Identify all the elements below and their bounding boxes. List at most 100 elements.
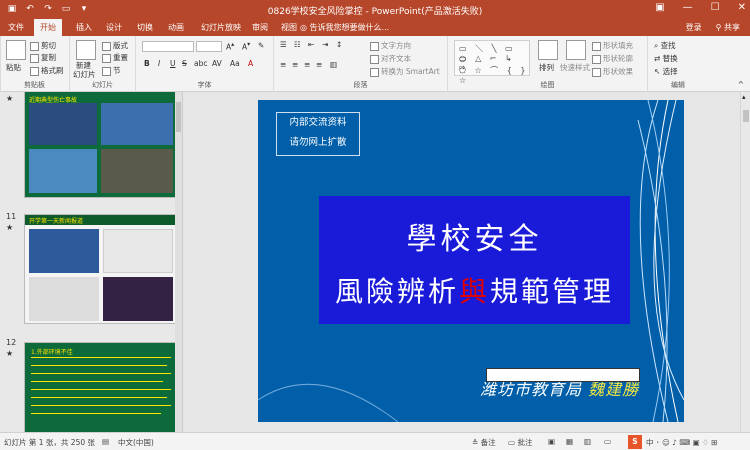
group-paragraph: ☰ ☷ ⇤ ⇥ ↕ ≡ ≡ ≡ ≡ ▥ 文字方向 对齐文本 转换为 SmartA…: [274, 36, 448, 92]
paste-icon[interactable]: [6, 40, 26, 60]
spellcheck-icon[interactable]: ▤: [102, 437, 109, 446]
tab-insert[interactable]: 插入: [76, 22, 92, 33]
tell-me-search[interactable]: ◎ 告诉我您想要做什么...: [300, 22, 389, 33]
align-text-button[interactable]: 对齐文本: [370, 53, 411, 64]
shape-outline-label: 形状轮廓: [603, 54, 633, 63]
slide-thumbnail[interactable]: 开学第一天新闻报道: [24, 214, 176, 324]
text-direction-button[interactable]: 文字方向: [370, 40, 411, 51]
thumbnail-scrollbar[interactable]: [175, 92, 182, 432]
quick-styles-icon[interactable]: [566, 40, 586, 60]
tab-transitions[interactable]: 切换: [137, 22, 153, 33]
minimize-button[interactable]: —: [683, 2, 693, 13]
tab-slideshow[interactable]: 幻灯片放映: [201, 22, 241, 33]
title-line-1: 學校安全: [406, 222, 543, 257]
tab-view[interactable]: 视图: [281, 22, 297, 33]
ime-logo-icon[interactable]: S: [628, 435, 642, 449]
format-painter-button[interactable]: 格式刷: [30, 65, 64, 76]
shrink-font-icon[interactable]: A▾: [242, 41, 250, 52]
numbering-icon[interactable]: ☷: [294, 40, 301, 49]
strikethrough-button[interactable]: S: [182, 59, 187, 68]
share-button[interactable]: ⚲ 共享: [716, 22, 740, 33]
redaction-bar: [486, 368, 640, 382]
section-label: 节: [113, 66, 121, 75]
bullets-icon[interactable]: ☰: [280, 40, 287, 49]
notice-box[interactable]: 内部交流资料 请勿网上扩散: [276, 112, 360, 156]
layout-icon: [102, 41, 111, 51]
underline-button[interactable]: U: [170, 59, 176, 68]
shape-effects-button[interactable]: 形状效果: [592, 66, 633, 77]
editor-scrollbar[interactable]: ▴: [740, 92, 750, 432]
ribbon-display-icon[interactable]: ▣: [655, 2, 664, 13]
notes-label: 备注: [480, 438, 496, 447]
cut-button[interactable]: 剪切: [30, 40, 56, 51]
ribbon: 粘贴 剪切 复制 格式刷 剪贴板 新建 幻灯片 版式 重置 节 幻灯片 A▴ A…: [0, 36, 750, 92]
scrollbar-thumb[interactable]: [176, 102, 181, 132]
tab-review[interactable]: 审阅: [252, 22, 268, 33]
notes-button[interactable]: ≙ 备注: [472, 437, 496, 448]
text-line: [31, 357, 171, 358]
columns-icon[interactable]: ▥: [330, 60, 337, 69]
grow-font-icon[interactable]: A▴: [226, 41, 234, 52]
current-slide[interactable]: 内部交流资料 请勿网上扩散 學校安全 風險辨析與規範管理 潍坊市教育局 魏建勝: [258, 100, 684, 422]
clear-format-icon[interactable]: ✎: [258, 41, 264, 50]
justify-icon[interactable]: ≡: [316, 60, 322, 69]
align-right-icon[interactable]: ≡: [304, 60, 310, 69]
ime-toolbar[interactable]: 中 ･ ☺ ♪ ⌨ ▣ ♢ ⊞: [646, 437, 717, 448]
decrease-indent-icon[interactable]: ⇤: [308, 40, 314, 49]
reading-view-icon[interactable]: ▥: [584, 437, 591, 446]
tab-file[interactable]: 文件: [8, 22, 24, 33]
scrollbar-thumb[interactable]: [743, 110, 749, 122]
find-button[interactable]: ⌕ 查找: [654, 40, 676, 51]
close-button[interactable]: ✕: [738, 2, 746, 13]
copy-button[interactable]: 复制: [30, 52, 56, 63]
bold-button[interactable]: B: [144, 59, 150, 68]
language-indicator[interactable]: 中文(中国): [118, 437, 154, 448]
slide-sorter-icon[interactable]: ▦: [566, 437, 573, 446]
change-case-button[interactable]: Aa: [230, 59, 240, 68]
layout-button[interactable]: 版式: [102, 40, 128, 51]
line-spacing-icon[interactable]: ↕: [336, 40, 342, 49]
section-button[interactable]: 节: [102, 65, 121, 76]
title-box[interactable]: 學校安全 風險辨析與規範管理: [319, 196, 630, 324]
shape-outline-button[interactable]: 形状轮廓: [592, 53, 633, 64]
align-left-icon[interactable]: ≡: [280, 60, 286, 69]
align-center-icon[interactable]: ≡: [292, 60, 298, 69]
slide-thumbnail[interactable]: 1.外部环境不佳: [24, 342, 176, 432]
arrange-button[interactable]: 排列: [539, 62, 554, 73]
slide-thumbnail[interactable]: 近期典型伤亡事故: [24, 92, 176, 198]
select-button[interactable]: ↖ 选择: [654, 66, 678, 77]
increase-indent-icon[interactable]: ⇥: [322, 40, 328, 49]
tab-design[interactable]: 设计: [106, 22, 122, 33]
collapse-ribbon-icon[interactable]: ^: [738, 80, 744, 89]
normal-view-icon[interactable]: ▣: [548, 437, 555, 446]
reset-icon: [102, 53, 111, 63]
group-label-editing: 编辑: [671, 81, 685, 89]
tab-home[interactable]: 开始: [34, 19, 62, 36]
scroll-up-icon[interactable]: ▴: [742, 93, 746, 101]
lightbulb-icon: ◎: [300, 23, 310, 32]
font-color-button[interactable]: A: [248, 59, 253, 68]
char-spacing-button[interactable]: AV: [212, 59, 222, 68]
tab-animations[interactable]: 动画: [168, 22, 184, 33]
shape-fill-button[interactable]: 形状填充: [592, 40, 633, 51]
shapes-gallery[interactable]: ▭ ＼ ╲ ▭ ○ ▭ △ ⌐ ↳ ⇨ ⬠ ☆ ⌒ { } ☆: [454, 40, 530, 85]
news-article-image: [103, 229, 173, 273]
shadow-button[interactable]: abc: [194, 59, 207, 68]
font-family-combo[interactable]: [142, 41, 194, 52]
login-link[interactable]: 登录: [686, 22, 702, 33]
shape-fill-label: 形状填充: [603, 41, 633, 50]
new-slide-icon[interactable]: [76, 40, 96, 60]
paste-button[interactable]: 粘贴: [6, 62, 21, 73]
replace-button[interactable]: ⇄ 替换: [654, 53, 678, 64]
smartart-button[interactable]: 转换为 SmartArt: [370, 66, 440, 77]
news-article-image: [29, 277, 99, 321]
arrange-icon[interactable]: [538, 40, 558, 60]
notice-line-2: 请勿网上扩散: [289, 137, 347, 148]
italic-button[interactable]: I: [158, 59, 160, 68]
font-size-combo[interactable]: [196, 41, 222, 52]
slideshow-view-icon[interactable]: ▭: [604, 437, 611, 446]
maximize-button[interactable]: ☐: [711, 2, 720, 13]
reset-button[interactable]: 重置: [102, 52, 128, 63]
comments-button[interactable]: ▭ 批注: [508, 437, 532, 448]
quick-styles-button[interactable]: 快速样式: [560, 62, 590, 73]
